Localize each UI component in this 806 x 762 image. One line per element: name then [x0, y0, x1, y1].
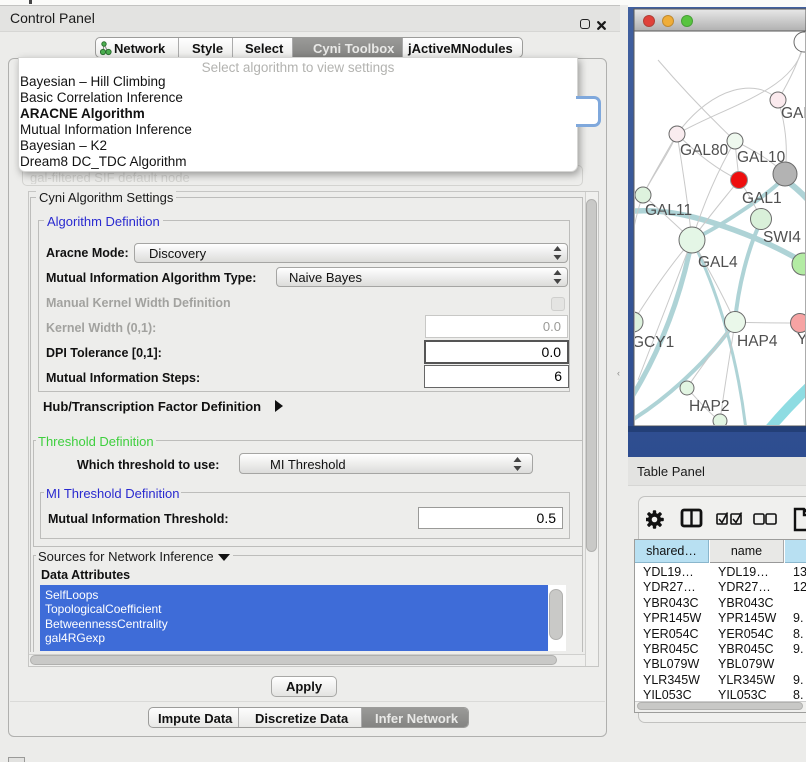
svg-text:HAP2: HAP2 — [689, 398, 730, 415]
svg-text:GAL11: GAL11 — [645, 202, 692, 219]
svg-text:GAL1: GAL1 — [742, 190, 782, 207]
svg-text:GAL4: GAL4 — [698, 254, 738, 271]
svg-text:HAP4: HAP4 — [737, 333, 778, 350]
svg-text:SWI4: SWI4 — [763, 229, 801, 246]
svg-text:GCY1: GCY1 — [632, 334, 674, 351]
svg-text:GAL: GAL — [781, 105, 806, 122]
svg-text:GAL10: GAL10 — [737, 149, 786, 166]
svg-text:Y: Y — [797, 331, 806, 348]
svg-text:GAL80: GAL80 — [680, 142, 729, 159]
